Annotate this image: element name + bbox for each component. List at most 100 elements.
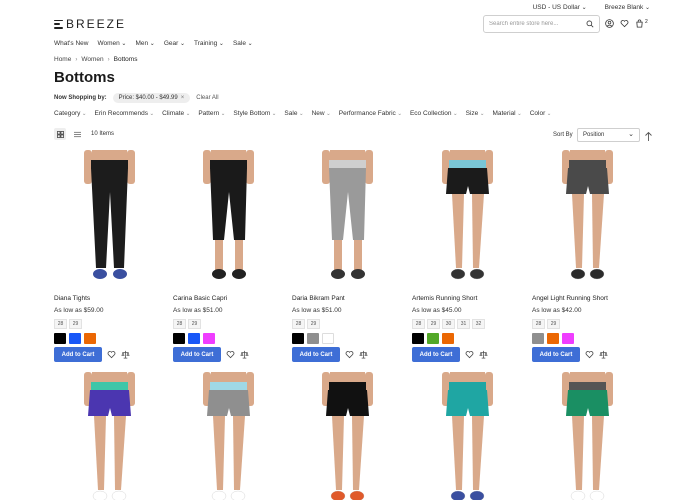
filter-style-bottom[interactable]: Style Bottom — [233, 110, 276, 117]
filter-new[interactable]: New — [312, 110, 331, 117]
filter-pattern[interactable]: Pattern — [198, 110, 225, 117]
size-option[interactable]: 29 — [427, 319, 440, 329]
size-option[interactable]: 29 — [69, 319, 82, 329]
product-card[interactable]: Diana Tights As low as $59.00 28 29 Add to C… — [54, 150, 165, 362]
product-card[interactable] — [412, 372, 523, 500]
add-to-cart-button[interactable]: Add to Cart — [54, 347, 102, 362]
size-option[interactable]: 28 — [173, 319, 186, 329]
search-icon[interactable] — [586, 20, 594, 28]
filter-material[interactable]: Material — [492, 110, 521, 117]
size-option[interactable]: 32 — [472, 319, 485, 329]
add-to-cart-button[interactable]: Add to Cart — [412, 347, 460, 362]
wishlist-icon[interactable] — [226, 350, 235, 359]
size-option[interactable]: 31 — [457, 319, 470, 329]
nav-item-women[interactable]: Women — [97, 40, 126, 47]
product-image[interactable] — [173, 372, 284, 500]
product-image[interactable] — [292, 372, 403, 500]
size-option[interactable]: 29 — [307, 319, 320, 329]
color-swatch[interactable] — [427, 333, 439, 344]
logo[interactable]: BREEZE — [54, 17, 126, 31]
product-name[interactable]: Daria Bikram Pant — [292, 295, 403, 304]
product-name[interactable]: Artemis Running Short — [412, 295, 523, 304]
color-swatch[interactable] — [292, 333, 304, 344]
color-swatch[interactable] — [532, 333, 544, 344]
filter-erin-recommends[interactable]: Erin Recommends — [95, 110, 155, 117]
color-swatch[interactable] — [54, 333, 66, 344]
product-image[interactable] — [173, 150, 284, 290]
color-swatch[interactable] — [84, 333, 96, 344]
wishlist-icon[interactable] — [107, 350, 116, 359]
color-swatch[interactable] — [547, 333, 559, 344]
product-image[interactable] — [292, 150, 403, 290]
product-image[interactable] — [54, 372, 165, 500]
color-swatch[interactable] — [562, 333, 574, 344]
product-card[interactable]: Carina Basic Capri As low as $51.00 28 29 Ad… — [173, 150, 284, 362]
compare-icon[interactable] — [359, 350, 368, 359]
size-option[interactable]: 29 — [547, 319, 560, 329]
size-option[interactable]: 28 — [54, 319, 67, 329]
compare-icon[interactable] — [479, 350, 488, 359]
grid-view-button[interactable] — [54, 128, 66, 140]
nav-item-sale[interactable]: Sale — [233, 40, 253, 47]
product-image[interactable] — [412, 372, 523, 500]
product-image[interactable] — [532, 372, 643, 500]
nav-item-gear[interactable]: Gear — [164, 40, 185, 47]
color-swatch[interactable] — [442, 333, 454, 344]
product-card[interactable]: Artemis Running Short As low as $45.00 28 2… — [412, 150, 523, 362]
filter-size[interactable]: Size — [466, 110, 485, 117]
currency-switcher[interactable]: USD - US Dollar — [533, 4, 587, 11]
nav-item-training[interactable]: Training — [194, 40, 224, 47]
wishlist-icon[interactable] — [465, 350, 474, 359]
add-to-cart-button[interactable]: Add to Cart — [532, 347, 580, 362]
breadcrumb-women[interactable]: Women — [81, 56, 103, 63]
product-card[interactable]: Daria Bikram Pant As low as $51.00 28 29 Add… — [292, 150, 403, 362]
product-card[interactable] — [532, 372, 643, 500]
size-option[interactable]: 29 — [188, 319, 201, 329]
product-name[interactable]: Angel Light Running Short — [532, 295, 643, 304]
product-card[interactable] — [292, 372, 403, 500]
product-image[interactable] — [532, 150, 643, 290]
add-to-cart-button[interactable]: Add to Cart — [292, 347, 340, 362]
wishlist-icon[interactable] — [345, 350, 354, 359]
add-to-cart-button[interactable]: Add to Cart — [173, 347, 221, 362]
list-view-button[interactable] — [71, 128, 83, 140]
wishlist-icon[interactable] — [620, 19, 629, 28]
product-name[interactable]: Diana Tights — [54, 295, 165, 304]
product-name[interactable]: Carina Basic Capri — [173, 295, 284, 304]
color-swatch[interactable] — [173, 333, 185, 344]
size-option[interactable]: 28 — [532, 319, 545, 329]
filter-climate[interactable]: Climate — [162, 110, 190, 117]
wishlist-icon[interactable] — [585, 350, 594, 359]
nav-item-men[interactable]: Men — [135, 40, 154, 47]
compare-icon[interactable] — [599, 350, 608, 359]
close-icon[interactable]: × — [181, 95, 185, 101]
color-swatch[interactable] — [188, 333, 200, 344]
cart-icon[interactable] — [635, 19, 644, 28]
product-image[interactable] — [54, 150, 165, 290]
product-card[interactable]: Angel Light Running Short As low as $42.0… — [532, 150, 643, 362]
compare-icon[interactable] — [240, 350, 249, 359]
nav-item-whats-new[interactable]: What's New — [54, 40, 88, 47]
color-swatch[interactable] — [307, 333, 319, 344]
store-switcher[interactable]: Breeze Blank — [605, 4, 650, 11]
color-swatch[interactable] — [203, 333, 215, 344]
size-option[interactable]: 28 — [292, 319, 305, 329]
size-option[interactable]: 30 — [442, 319, 455, 329]
filter-eco-collection[interactable]: Eco Collection — [410, 110, 458, 117]
product-card[interactable] — [173, 372, 284, 500]
filter-category[interactable]: Category — [54, 110, 87, 117]
color-swatch[interactable] — [412, 333, 424, 344]
search-input[interactable] — [489, 21, 586, 27]
product-image[interactable] — [412, 150, 523, 290]
product-card[interactable] — [54, 372, 165, 500]
clear-all-link[interactable]: Clear All — [196, 95, 218, 101]
color-swatch[interactable] — [69, 333, 81, 344]
sort-direction-button[interactable] — [644, 129, 653, 147]
size-option[interactable]: 28 — [412, 319, 425, 329]
color-swatch[interactable] — [322, 333, 334, 344]
filter-sale[interactable]: Sale — [284, 110, 303, 117]
compare-icon[interactable] — [121, 350, 130, 359]
filter-chip-price[interactable]: Price: $40.00 - $49.99 × — [112, 93, 191, 103]
filter-performance-fabric[interactable]: Performance Fabric — [339, 110, 402, 117]
breadcrumb-home[interactable]: Home — [54, 56, 71, 63]
